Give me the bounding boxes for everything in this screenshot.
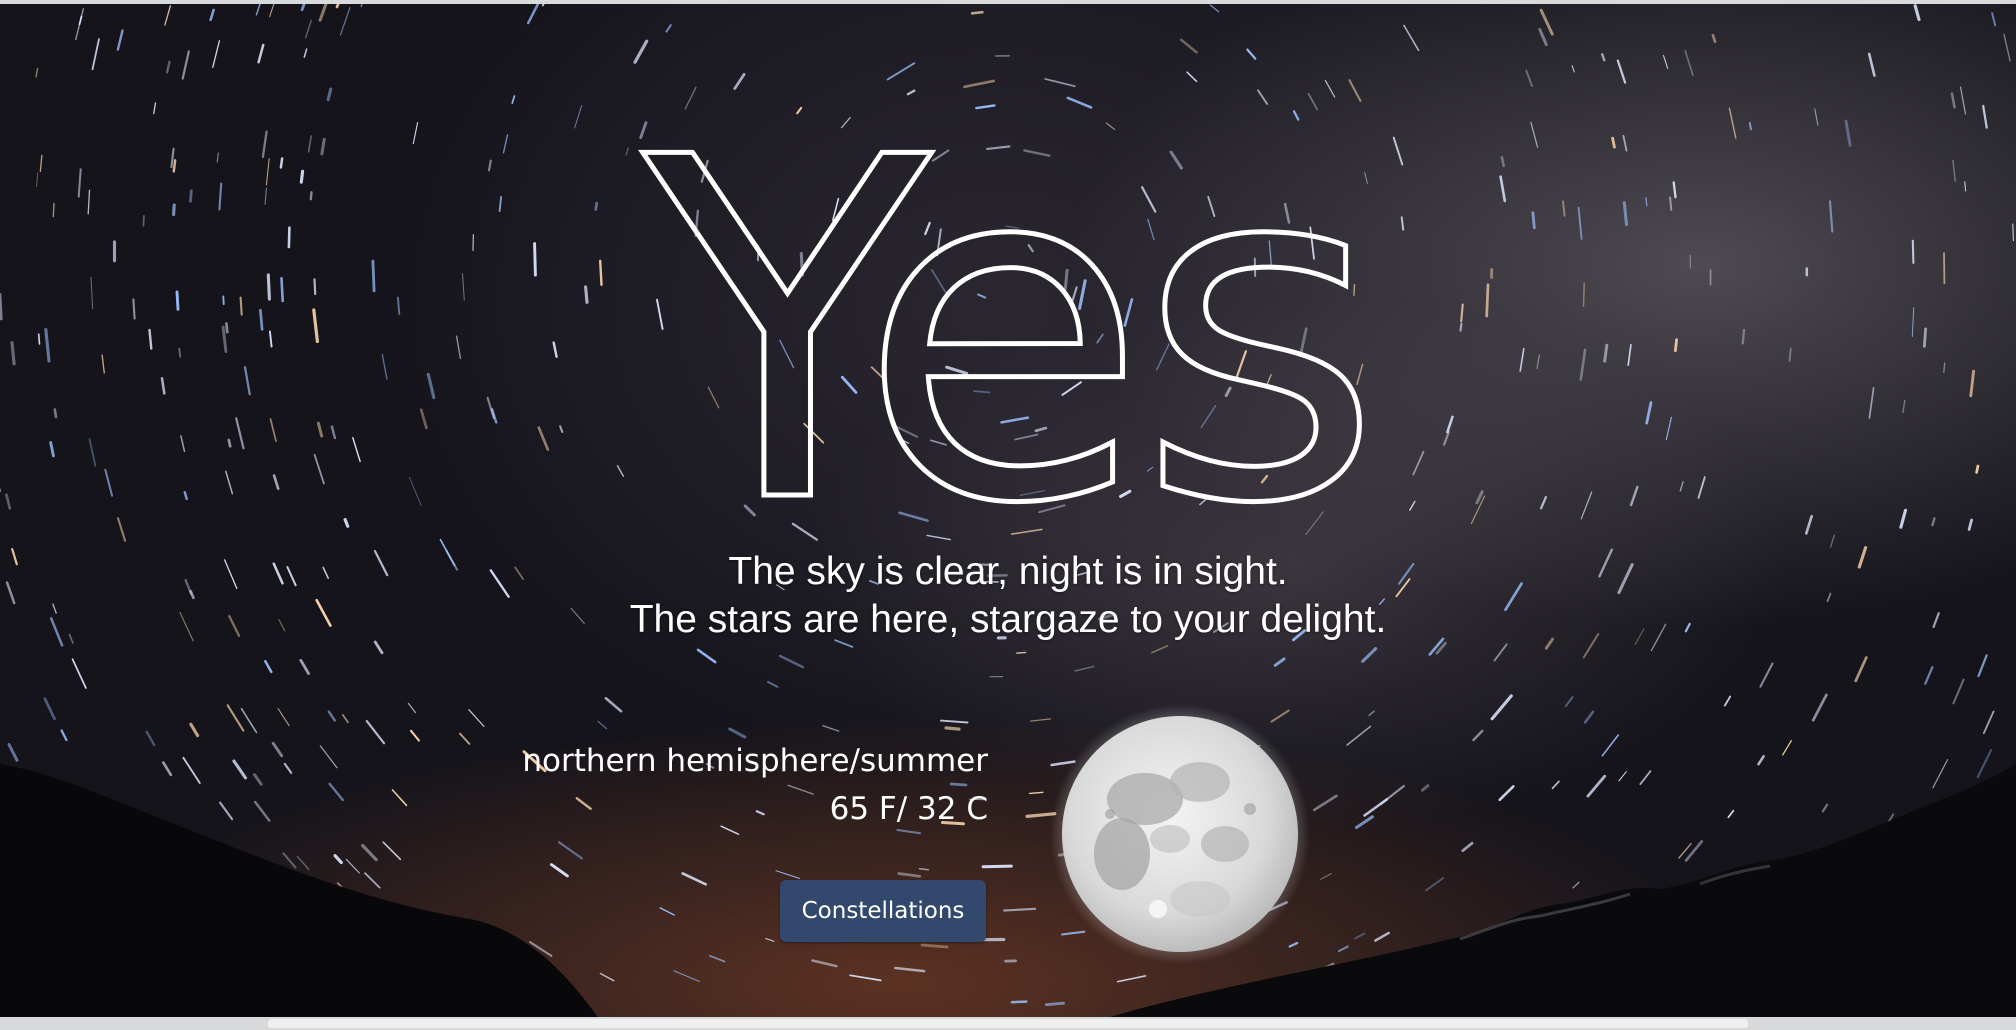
location-season-text: northern hemisphere/summer xyxy=(522,743,988,779)
full-moon-icon xyxy=(1050,704,1310,964)
horizontal-scrollbar[interactable] xyxy=(0,1017,2016,1030)
tagline-line-1: The sky is clear, night is in sight. xyxy=(728,550,1288,593)
page: Yes The sky is clear, night is in sight.… xyxy=(0,0,2016,1030)
tagline: The sky is clear, night is in sight. The… xyxy=(0,548,2016,644)
scrollbar-thumb[interactable] xyxy=(268,1019,1748,1028)
hero-title: Yes xyxy=(634,57,1385,609)
window-top-border xyxy=(0,0,2016,4)
constellations-button[interactable]: Constellations xyxy=(780,880,986,942)
hero-title-text: Yes xyxy=(636,90,1372,520)
conditions-panel: northern hemisphere/summer 65 F/ 32 C xyxy=(522,737,988,833)
tagline-line-2: The stars are here, stargaze to your del… xyxy=(629,598,1387,641)
hero-title-wrap: Yes xyxy=(0,57,2016,609)
temperature-text: 65 F/ 32 C xyxy=(829,791,988,827)
